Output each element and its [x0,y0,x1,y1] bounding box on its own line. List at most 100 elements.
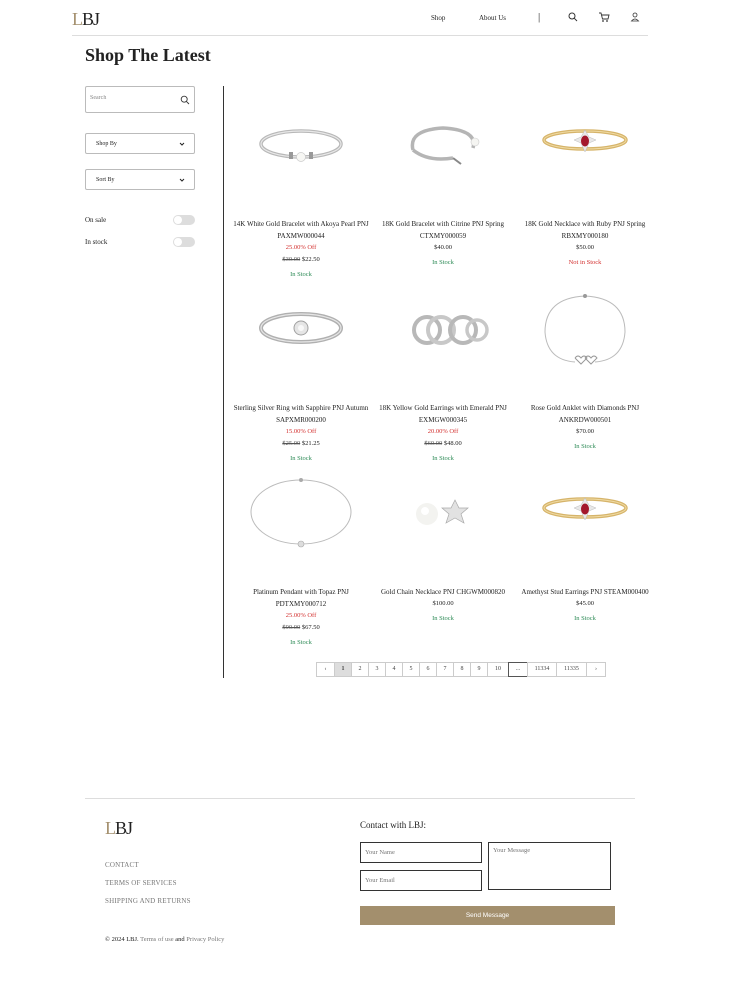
name-field[interactable] [360,842,482,863]
sale-price: $70.00 [576,428,594,435]
search-icon[interactable] [567,11,579,23]
sort-by-select[interactable]: Sort By [85,169,195,190]
brand-logo[interactable]: LBJ [72,9,100,30]
sale-price: $40.00 [434,244,452,251]
price-row: $30.00 $22.50 [230,254,372,266]
shop-by-label: Shop By [96,141,117,147]
product-name[interactable]: Amethyst Stud Earrings PNJ STEAM000400 [514,586,656,598]
discount-label: 20.00% Off [427,428,459,435]
footer-link-terms[interactable]: TERMS OF SERVICES [105,879,177,887]
pagination: ‹ 1 2 3 4 5 6 7 8 9 10 ... 11334 11335 › [316,662,606,677]
discount-label: 25.00% Off [285,244,317,251]
and-text: and [175,936,185,943]
sale-price: $48.00 [443,440,462,447]
product-name[interactable]: Gold Chain Necklace PNJ CHGWM000820 [372,586,514,598]
silver-sapphire-ring-image[interactable] [241,274,361,384]
page-button[interactable]: 3 [368,662,386,677]
product-name[interactable]: Sterling Silver Ring with Sapphire PNJ A… [230,402,372,426]
product-info: 18K Gold Bracelet with Citrine PNJ Sprin… [372,218,514,269]
footer-link-shipping[interactable]: SHIPPING AND RETURNS [105,897,191,905]
discount-label: 25.00% Off [285,612,317,619]
send-message-button[interactable]: Send Message [360,906,615,925]
logo-letters-bj: BJ [115,818,133,838]
page-button[interactable]: 2 [351,662,369,677]
page-button[interactable]: 10 [487,662,509,677]
footer-logo[interactable]: LBJ [105,818,133,839]
product-info: Gold Chain Necklace PNJ CHGWM000820 $100… [372,586,514,625]
page-button[interactable]: 1 [334,662,352,677]
rose-gold-anklet-image[interactable] [525,274,645,384]
in-stock-label: In stock [85,238,108,246]
white-gold-pearl-bracelet-image[interactable] [241,90,361,200]
product-name[interactable]: Rose Gold Anklet with Diamonds PNJ ANKRD… [514,402,656,426]
shop-by-select[interactable]: Shop By [85,133,195,154]
product-name[interactable]: Platinum Pendant with Topaz PNJ PDTXMY00… [230,586,372,610]
gold-emerald-earrings-image[interactable] [383,274,503,384]
product-info: Platinum Pendant with Topaz PNJ PDTXMY00… [230,586,372,649]
product-name[interactable]: 18K Gold Bracelet with Citrine PNJ Sprin… [372,218,514,242]
sort-by-label: Sort By [96,177,115,183]
page-ellipsis: ... [508,662,528,677]
nav-about-link[interactable]: About Us [479,14,506,22]
logo-letter-l: L [105,818,116,838]
copyright-text: © 2024 LBJ. [105,936,139,943]
page-button[interactable]: 8 [453,662,471,677]
product-info: 18K Gold Necklace with Ruby PNJ Spring R… [514,218,656,269]
page-button[interactable]: 5 [402,662,420,677]
toggle-knob [174,216,182,224]
prev-page-button[interactable]: ‹ [316,662,335,677]
price-row: $90.00 $67.50 [230,622,372,634]
page-button[interactable]: 11334 [527,662,557,677]
product-search-box[interactable] [85,86,195,113]
stock-status: In Stock [290,639,312,646]
logo-letter-l: L [72,9,83,29]
product-search-input[interactable] [90,95,176,101]
user-account-icon[interactable] [629,11,641,23]
price-row: $25.00 $21.25 [230,438,372,450]
sale-price: $100.00 [432,600,454,607]
page-button[interactable]: 11335 [556,662,587,677]
gold-ruby-necklace-image[interactable] [525,90,645,200]
product-info: 14K White Gold Bracelet with Akoya Pearl… [230,218,372,281]
email-field[interactable] [360,870,482,891]
in-stock-toggle[interactable] [173,237,195,247]
top-navbar: LBJ Shop About Us | [72,0,648,36]
copyright: © 2024 LBJ. Terms of use and Privacy Pol… [105,936,224,943]
on-sale-toggle[interactable] [173,215,195,225]
page-button[interactable]: 6 [419,662,437,677]
stock-status: In Stock [574,615,596,622]
sale-price: $45.00 [576,600,594,607]
cart-icon[interactable] [598,11,610,23]
contact-title: Contact with LBJ: [360,820,426,830]
page-title: Shop The Latest [85,45,211,65]
logo-letters-bj: BJ [82,9,100,29]
terms-of-use-link[interactable]: Terms of use [140,936,173,943]
stock-status: In Stock [574,443,596,450]
footer-link-contact[interactable]: CONTACT [105,861,139,869]
page-button[interactable]: 7 [436,662,454,677]
sale-price: $67.50 [301,624,320,631]
platinum-topaz-pendant-image[interactable] [241,458,361,568]
nav-separator: | [538,11,541,23]
gold-citrine-bracelet-image[interactable] [383,90,503,200]
original-price: $25.00 [282,440,301,447]
product-name[interactable]: 18K Gold Necklace with Ruby PNJ Spring R… [514,218,656,242]
chevron-down-icon [179,178,185,182]
original-price: $60.00 [424,440,443,447]
product-info: Amethyst Stud Earrings PNJ STEAM000400 $… [514,586,656,625]
page-button[interactable]: 4 [385,662,403,677]
privacy-policy-link[interactable]: Privacy Policy [186,936,224,943]
nav-shop-link[interactable]: Shop [431,14,445,22]
amethyst-stud-earrings-image[interactable] [525,458,645,568]
product-name[interactable]: 14K White Gold Bracelet with Akoya Pearl… [230,218,372,242]
gold-chain-necklace-image[interactable] [383,458,503,568]
search-icon[interactable] [180,95,190,105]
stock-status: Not in Stock [568,259,602,266]
page-button[interactable]: 9 [470,662,488,677]
product-name[interactable]: 18K Yellow Gold Earrings with Emerald PN… [372,402,514,426]
footer-divider [85,798,635,799]
discount-label: 15.00% Off [285,428,317,435]
stock-status: In Stock [432,615,454,622]
message-field[interactable] [488,842,611,890]
next-page-button[interactable]: › [586,662,606,677]
